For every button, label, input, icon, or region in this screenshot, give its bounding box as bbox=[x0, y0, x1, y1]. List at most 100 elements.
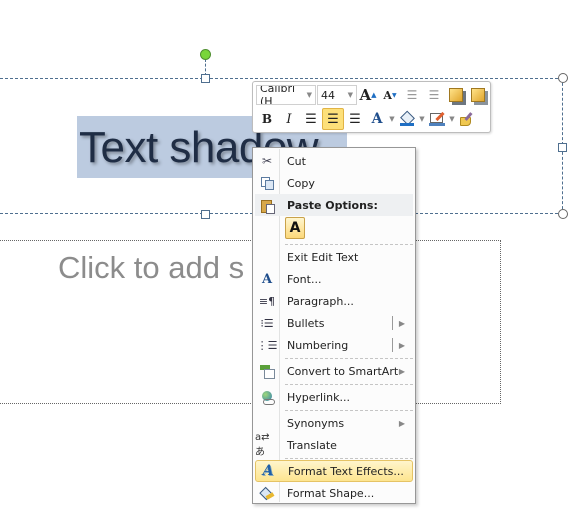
menu-separator bbox=[285, 358, 413, 359]
resize-handle-top[interactable] bbox=[201, 74, 210, 83]
menu-item-synonyms[interactable]: Synonyms ▶ bbox=[255, 412, 413, 434]
format-shape-icon bbox=[255, 482, 279, 504]
menu-item-bullets[interactable]: ⁝☰ Bullets ▶ bbox=[255, 312, 413, 334]
italic-icon: I bbox=[286, 111, 292, 127]
menu-item-exit-edit-text[interactable]: Exit Edit Text bbox=[255, 246, 413, 268]
menu-section-paste-options: Paste Options: bbox=[255, 194, 413, 216]
increase-indent-button[interactable]: ☰ bbox=[423, 84, 445, 106]
font-color-icon: A bbox=[371, 111, 383, 127]
smartart-icon bbox=[255, 360, 279, 382]
menu-item-label: Format Shape... bbox=[287, 486, 375, 500]
bring-to-front-button[interactable] bbox=[445, 84, 467, 106]
menu-item-label: Exit Edit Text bbox=[287, 250, 359, 264]
copy-icon bbox=[255, 172, 279, 194]
font-name-combo[interactable]: Calibri (H ▼ bbox=[256, 85, 316, 105]
bold-button[interactable]: B bbox=[256, 108, 278, 130]
bullets-icon: ⁝☰ bbox=[260, 316, 274, 330]
align-right-button[interactable]: ☰ bbox=[344, 108, 366, 130]
bring-to-front-icon bbox=[449, 88, 463, 102]
paste-icon bbox=[255, 194, 279, 216]
menu-separator bbox=[285, 384, 413, 385]
font-name-value: Calibri (H bbox=[260, 85, 296, 105]
shape-outline-button[interactable] bbox=[426, 108, 448, 130]
menu-separator bbox=[285, 458, 413, 459]
font-size-value: 44 bbox=[321, 88, 335, 102]
shrink-font-icon: A bbox=[383, 88, 392, 102]
shape-outline-dropdown[interactable]: ▼ bbox=[448, 115, 456, 123]
submenu-split-divider bbox=[392, 316, 393, 330]
menu-item-paragraph[interactable]: ≡¶ Paragraph... bbox=[255, 290, 413, 312]
font-color-button[interactable]: A bbox=[366, 108, 388, 130]
rotation-handle[interactable] bbox=[200, 49, 211, 60]
menu-item-format-shape[interactable]: Format Shape... bbox=[255, 482, 413, 504]
menu-item-cut[interactable]: ✂ Cut bbox=[255, 150, 413, 172]
menu-item-label: Convert to SmartArt bbox=[287, 364, 399, 378]
numbering-icon: ⋮☰ bbox=[256, 338, 278, 352]
decrease-indent-icon: ☰ bbox=[406, 88, 418, 102]
menu-item-label: Hyperlink... bbox=[287, 390, 350, 404]
chevron-down-icon[interactable]: ▼ bbox=[307, 91, 312, 99]
increase-indent-icon: ☰ bbox=[428, 88, 440, 102]
scissors-icon: ✂ bbox=[261, 154, 273, 168]
submenu-split-divider bbox=[392, 338, 393, 352]
shrink-font-button[interactable]: A ▼ bbox=[379, 84, 401, 106]
format-painter-icon bbox=[460, 112, 474, 126]
grow-font-button[interactable]: A ▲ bbox=[357, 84, 379, 106]
resize-handle-bottom-right[interactable] bbox=[558, 209, 568, 219]
menu-item-translate[interactable]: a⇄あ Translate bbox=[255, 432, 413, 458]
font-icon: A bbox=[261, 271, 273, 287]
submenu-arrow-icon[interactable]: ▶ bbox=[399, 319, 405, 328]
align-center-button[interactable]: ☰ bbox=[322, 108, 344, 130]
menu-item-label: Synonyms bbox=[287, 416, 345, 430]
resize-handle-bottom[interactable] bbox=[201, 210, 210, 219]
menu-item-label: Translate bbox=[287, 438, 337, 452]
menu-item-hyperlink[interactable]: Hyperlink... bbox=[255, 386, 413, 408]
resize-handle-top-right[interactable] bbox=[558, 73, 568, 83]
font-size-combo[interactable]: 44 ▼ bbox=[317, 85, 357, 105]
send-to-back-button[interactable] bbox=[467, 84, 489, 106]
resize-handle-right[interactable] bbox=[558, 143, 567, 152]
subtitle-placeholder-text[interactable]: Click to add s bbox=[58, 250, 244, 286]
menu-item-format-text-effects[interactable]: A Format Text Effects... bbox=[255, 460, 413, 482]
menu-item-label: Cut bbox=[287, 154, 306, 168]
menu-item-convert-to-smartart[interactable]: Convert to SmartArt ▶ bbox=[255, 360, 413, 382]
pencil-outline-icon bbox=[429, 111, 445, 126]
grow-font-icon: A bbox=[359, 86, 372, 104]
submenu-arrow-icon[interactable]: ▶ bbox=[399, 341, 405, 350]
menu-item-label: Numbering bbox=[287, 338, 349, 352]
submenu-arrow-icon: ▶ bbox=[398, 366, 405, 376]
context-menu: ✂ Cut Copy Paste Options: A Exit Edit Te… bbox=[252, 147, 416, 504]
menu-item-label: Copy bbox=[287, 176, 315, 190]
paint-bucket-icon bbox=[400, 110, 415, 126]
shape-fill-dropdown[interactable]: ▼ bbox=[418, 115, 426, 123]
send-to-back-icon bbox=[471, 88, 485, 102]
menu-separator bbox=[285, 244, 413, 245]
chevron-down-icon[interactable]: ▼ bbox=[348, 91, 353, 99]
menu-item-font[interactable]: A Font... bbox=[255, 268, 413, 290]
menu-separator bbox=[285, 410, 413, 411]
text-effects-icon: A bbox=[262, 463, 274, 479]
menu-item-numbering[interactable]: ⋮☰ Numbering ▶ bbox=[255, 334, 413, 356]
align-center-icon: ☰ bbox=[327, 111, 339, 127]
menu-item-label: Paragraph... bbox=[287, 294, 354, 308]
menu-item-label: Format Text Effects... bbox=[288, 464, 404, 478]
shape-fill-button[interactable] bbox=[396, 108, 418, 130]
menu-item-label: Font... bbox=[287, 272, 322, 286]
align-right-icon: ☰ bbox=[349, 111, 361, 127]
font-color-dropdown[interactable]: ▼ bbox=[388, 115, 396, 123]
bold-icon: B bbox=[261, 112, 273, 126]
align-left-icon: ☰ bbox=[305, 111, 317, 127]
menu-item-copy[interactable]: Copy bbox=[255, 172, 413, 194]
submenu-arrow-icon: ▶ bbox=[398, 418, 405, 428]
hyperlink-icon bbox=[255, 386, 279, 408]
paste-keep-text-only-button[interactable]: A bbox=[285, 217, 305, 239]
paragraph-icon: ≡¶ bbox=[258, 294, 276, 308]
menu-item-label: Bullets bbox=[287, 316, 325, 330]
menu-section-label: Paste Options: bbox=[287, 198, 378, 212]
mini-toolbar: Calibri (H ▼ 44 ▼ A ▲ A ▼ ☰ ☰ B I ☰ ☰ ☰ … bbox=[252, 81, 491, 133]
align-left-button[interactable]: ☰ bbox=[300, 108, 322, 130]
format-painter-button[interactable] bbox=[456, 108, 478, 130]
paste-text-only-icon: A bbox=[289, 220, 301, 236]
decrease-indent-button[interactable]: ☰ bbox=[401, 84, 423, 106]
italic-button[interactable]: I bbox=[278, 108, 300, 130]
